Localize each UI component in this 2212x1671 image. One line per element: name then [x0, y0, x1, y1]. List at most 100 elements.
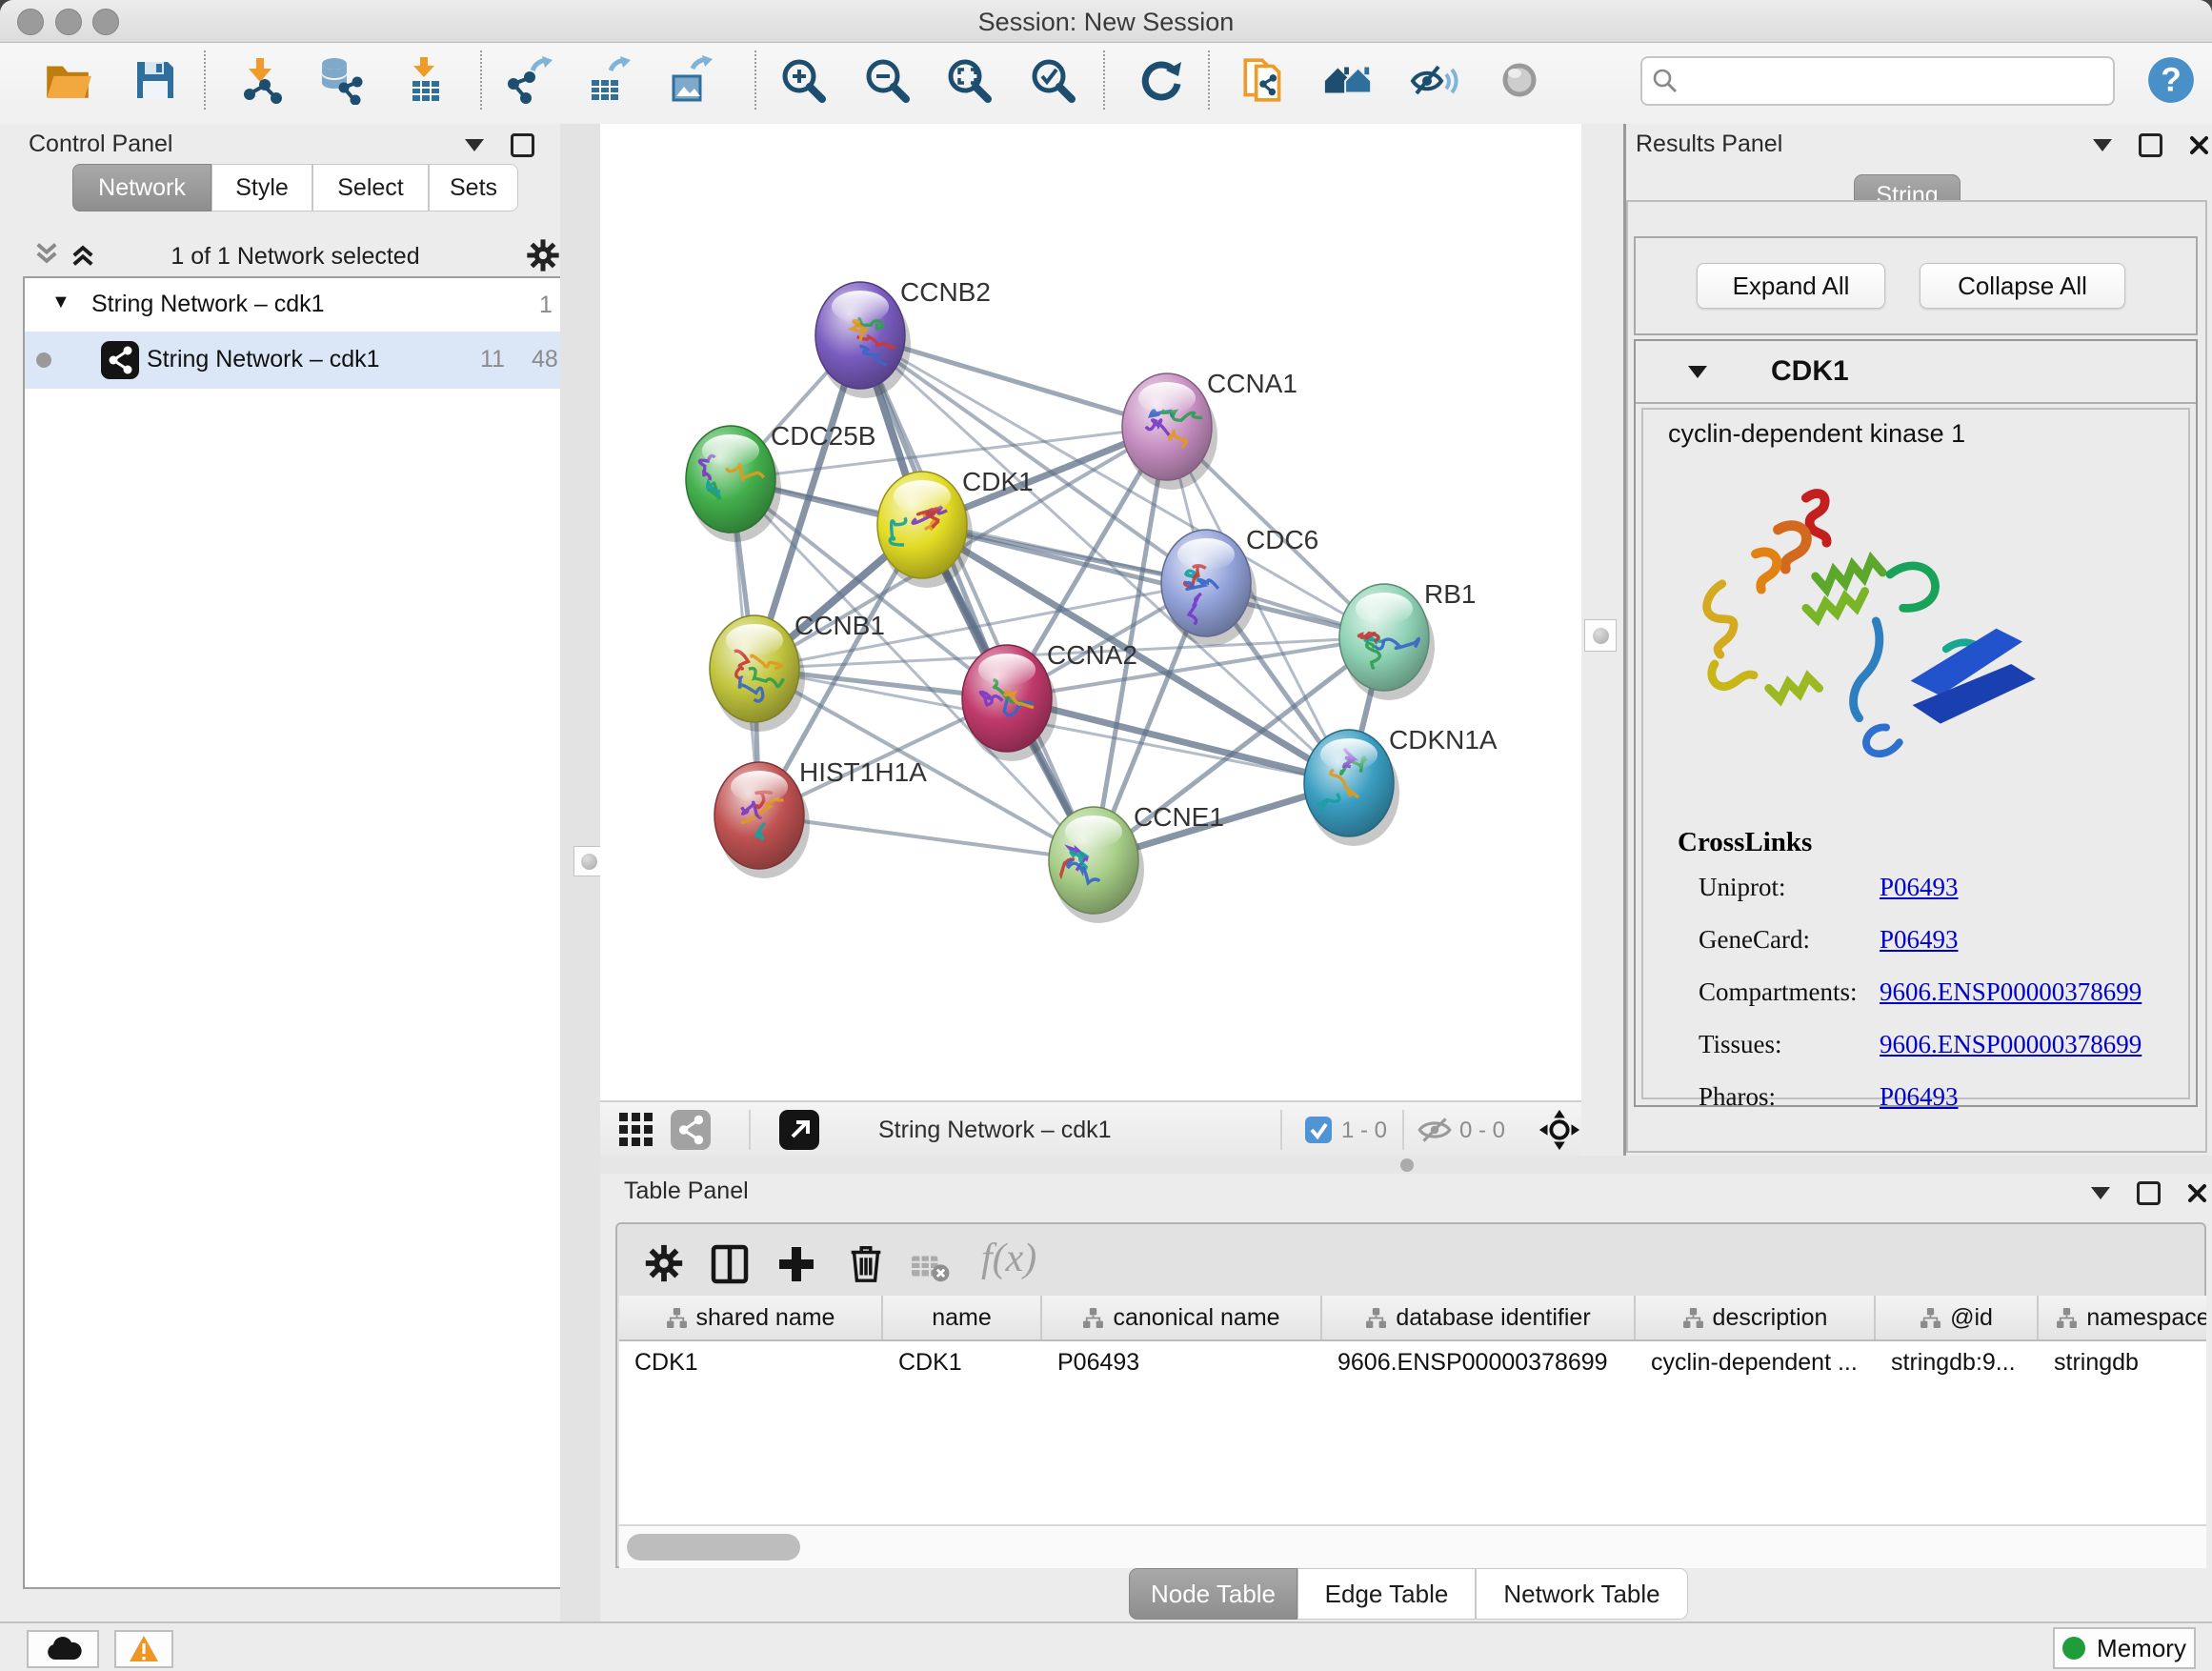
network-node-CDKN1A[interactable]: CDKN1A [1304, 725, 1498, 846]
zoom-fit-button[interactable] [943, 49, 995, 111]
table-header-row: shared namenamecanonical namedatabase id… [619, 1296, 2206, 1341]
node-label: HIST1H1A [799, 757, 927, 787]
refresh-button[interactable] [1136, 49, 1187, 111]
panel-close-icon[interactable] [2187, 1183, 2207, 1203]
open-session-button[interactable] [42, 49, 93, 111]
tab-network-table[interactable]: Network Table [1476, 1568, 1688, 1620]
network-row-label: String Network – cdk1 [147, 346, 380, 373]
scrollbar-thumb[interactable] [627, 1534, 800, 1560]
zoom-in-button[interactable] [777, 49, 829, 111]
table-empty-area [619, 1383, 2206, 1524]
table-row[interactable]: CDK1CDK1P064939606.ENSP00000378699cyclin… [619, 1341, 2206, 1383]
string-app-icon [101, 341, 139, 379]
collection-expand-icon[interactable]: ▼ [51, 292, 70, 313]
network-node-CCNB2[interactable]: CCNB2 [815, 277, 991, 398]
column-header-sharedname[interactable]: shared name [619, 1296, 883, 1339]
panel-float-icon[interactable] [2139, 133, 2162, 157]
export-image-button[interactable] [667, 49, 718, 111]
network-row-selected[interactable]: String Network – cdk1 11 48 [25, 332, 560, 389]
control-panel-title: Control Panel [29, 131, 172, 158]
grid-view-icon[interactable] [619, 1113, 654, 1147]
right-splitter-handle[interactable] [1584, 619, 1617, 652]
network-node-RB1[interactable]: RB1 [1339, 579, 1476, 700]
import-table-button[interactable] [400, 49, 452, 111]
share-document-button[interactable] [1238, 49, 1290, 111]
column-header-databaseidentifier[interactable]: database identifier [1322, 1296, 1636, 1339]
crosslink-tissues[interactable]: 9606.ENSP00000378699 [1880, 1030, 2142, 1059]
export-table-button[interactable] [585, 49, 636, 111]
network-node-HIST1H1A[interactable]: HIST1H1A [714, 757, 927, 878]
tab-node-table[interactable]: Node Table [1129, 1568, 1297, 1620]
expand-all-icon[interactable] [69, 240, 97, 269]
delete-table-icon-disabled [911, 1251, 951, 1283]
horizontal-splitter-handle[interactable] [1400, 1158, 1414, 1172]
panel-close-icon[interactable] [2189, 135, 2209, 155]
gear-icon[interactable] [642, 1241, 686, 1285]
gear-icon[interactable] [524, 236, 562, 274]
toolbar-separator [1208, 50, 1210, 110]
column-header-namespace[interactable]: namespace [2039, 1296, 2206, 1339]
panel-menu-icon[interactable] [2091, 1187, 2110, 1199]
column-header-description[interactable]: description [1636, 1296, 1876, 1339]
zoom-out-button[interactable] [861, 49, 913, 111]
svg-text:?: ? [2161, 61, 2182, 98]
horizontal-splitter[interactable] [600, 1156, 2212, 1174]
network-node-CDK1[interactable]: CDK1 [877, 467, 1034, 588]
tab-sets[interactable]: Sets [429, 164, 518, 211]
network-view-canvas[interactable]: CCNB2CCNA1CDC25BCDK1CDC6RB1CCNB1CCNA2CDK… [600, 124, 1581, 1100]
network-home-button[interactable] [1322, 49, 1374, 111]
crosslink-genecard[interactable]: P06493 [1880, 925, 1959, 955]
panel-menu-icon[interactable] [2093, 139, 2112, 151]
crosslink-pharos[interactable]: P06493 [1880, 1082, 1959, 1112]
zoom-selected-button[interactable] [1027, 49, 1078, 111]
crosslink-uniprot[interactable]: P06493 [1880, 873, 1959, 902]
export-network-button[interactable] [503, 49, 554, 111]
tab-select[interactable]: Select [312, 164, 429, 211]
warning-button[interactable] [114, 1630, 173, 1668]
crosslink-compartments[interactable]: 9606.ENSP00000378699 [1880, 977, 2142, 1007]
save-session-button[interactable] [130, 49, 181, 111]
search-icon [1652, 68, 1679, 94]
horizontal-scrollbar[interactable] [619, 1524, 2206, 1568]
tab-network[interactable]: Network [72, 164, 211, 211]
import-network-button[interactable] [234, 49, 286, 111]
collapse-all-button[interactable]: Collapse All [1920, 263, 2125, 309]
panel-float-icon[interactable] [511, 133, 534, 157]
section-collapse-icon[interactable] [1688, 366, 1707, 378]
memory-button[interactable]: Memory [2053, 1627, 2196, 1669]
help-button[interactable]: ? [2145, 49, 2197, 111]
network-node-CDC25B[interactable]: CDC25B [686, 421, 875, 542]
window-title: Session: New Session [0, 8, 2212, 37]
network-node-CCNA1[interactable]: CCNA1 [1122, 369, 1297, 490]
string-view-icon[interactable] [671, 1110, 711, 1150]
control-panel: Control Panel Network Style Select Sets … [0, 124, 562, 1621]
show-hide-graphics-button[interactable] [1408, 49, 1459, 111]
expand-all-button[interactable]: Expand All [1697, 263, 1885, 309]
panel-menu-icon[interactable] [465, 139, 484, 151]
network-node-CCNB1[interactable]: CCNB1 [710, 611, 885, 732]
tab-edge-table[interactable]: Edge Table [1297, 1568, 1476, 1620]
columns-icon[interactable] [709, 1243, 751, 1285]
tab-style[interactable]: Style [211, 164, 312, 211]
column-header-canonicalname[interactable]: canonical name [1042, 1296, 1322, 1339]
fit-crosshair-icon[interactable] [1536, 1106, 1583, 1154]
delete-trash-icon[interactable] [844, 1241, 888, 1285]
import-network-from-database-button[interactable] [314, 49, 366, 111]
hidden-eye-slash-icon[interactable] [1416, 1114, 1454, 1146]
bird-eye-view-button[interactable] [1494, 49, 1545, 111]
left-splitter[interactable] [560, 124, 600, 1621]
column-header-name[interactable]: name [883, 1296, 1042, 1339]
add-icon[interactable] [775, 1243, 817, 1285]
network-node-CCNE1[interactable]: CCNE1 [1049, 802, 1224, 923]
eye-slash-icon [1408, 55, 1459, 105]
search-input[interactable] [1684, 62, 2107, 96]
selected-checkbox[interactable] [1305, 1117, 1332, 1143]
table-cell: stringdb [2039, 1341, 2206, 1383]
network-collection-row[interactable]: ▼ String Network – cdk1 1 [25, 278, 560, 332]
panel-float-icon[interactable] [2137, 1181, 2161, 1205]
column-header-id[interactable]: @id [1876, 1296, 2039, 1339]
cloud-button[interactable] [27, 1630, 99, 1668]
collapse-all-icon[interactable] [32, 240, 61, 269]
right-splitter[interactable] [1581, 124, 1626, 1156]
open-external-icon[interactable] [779, 1110, 819, 1150]
